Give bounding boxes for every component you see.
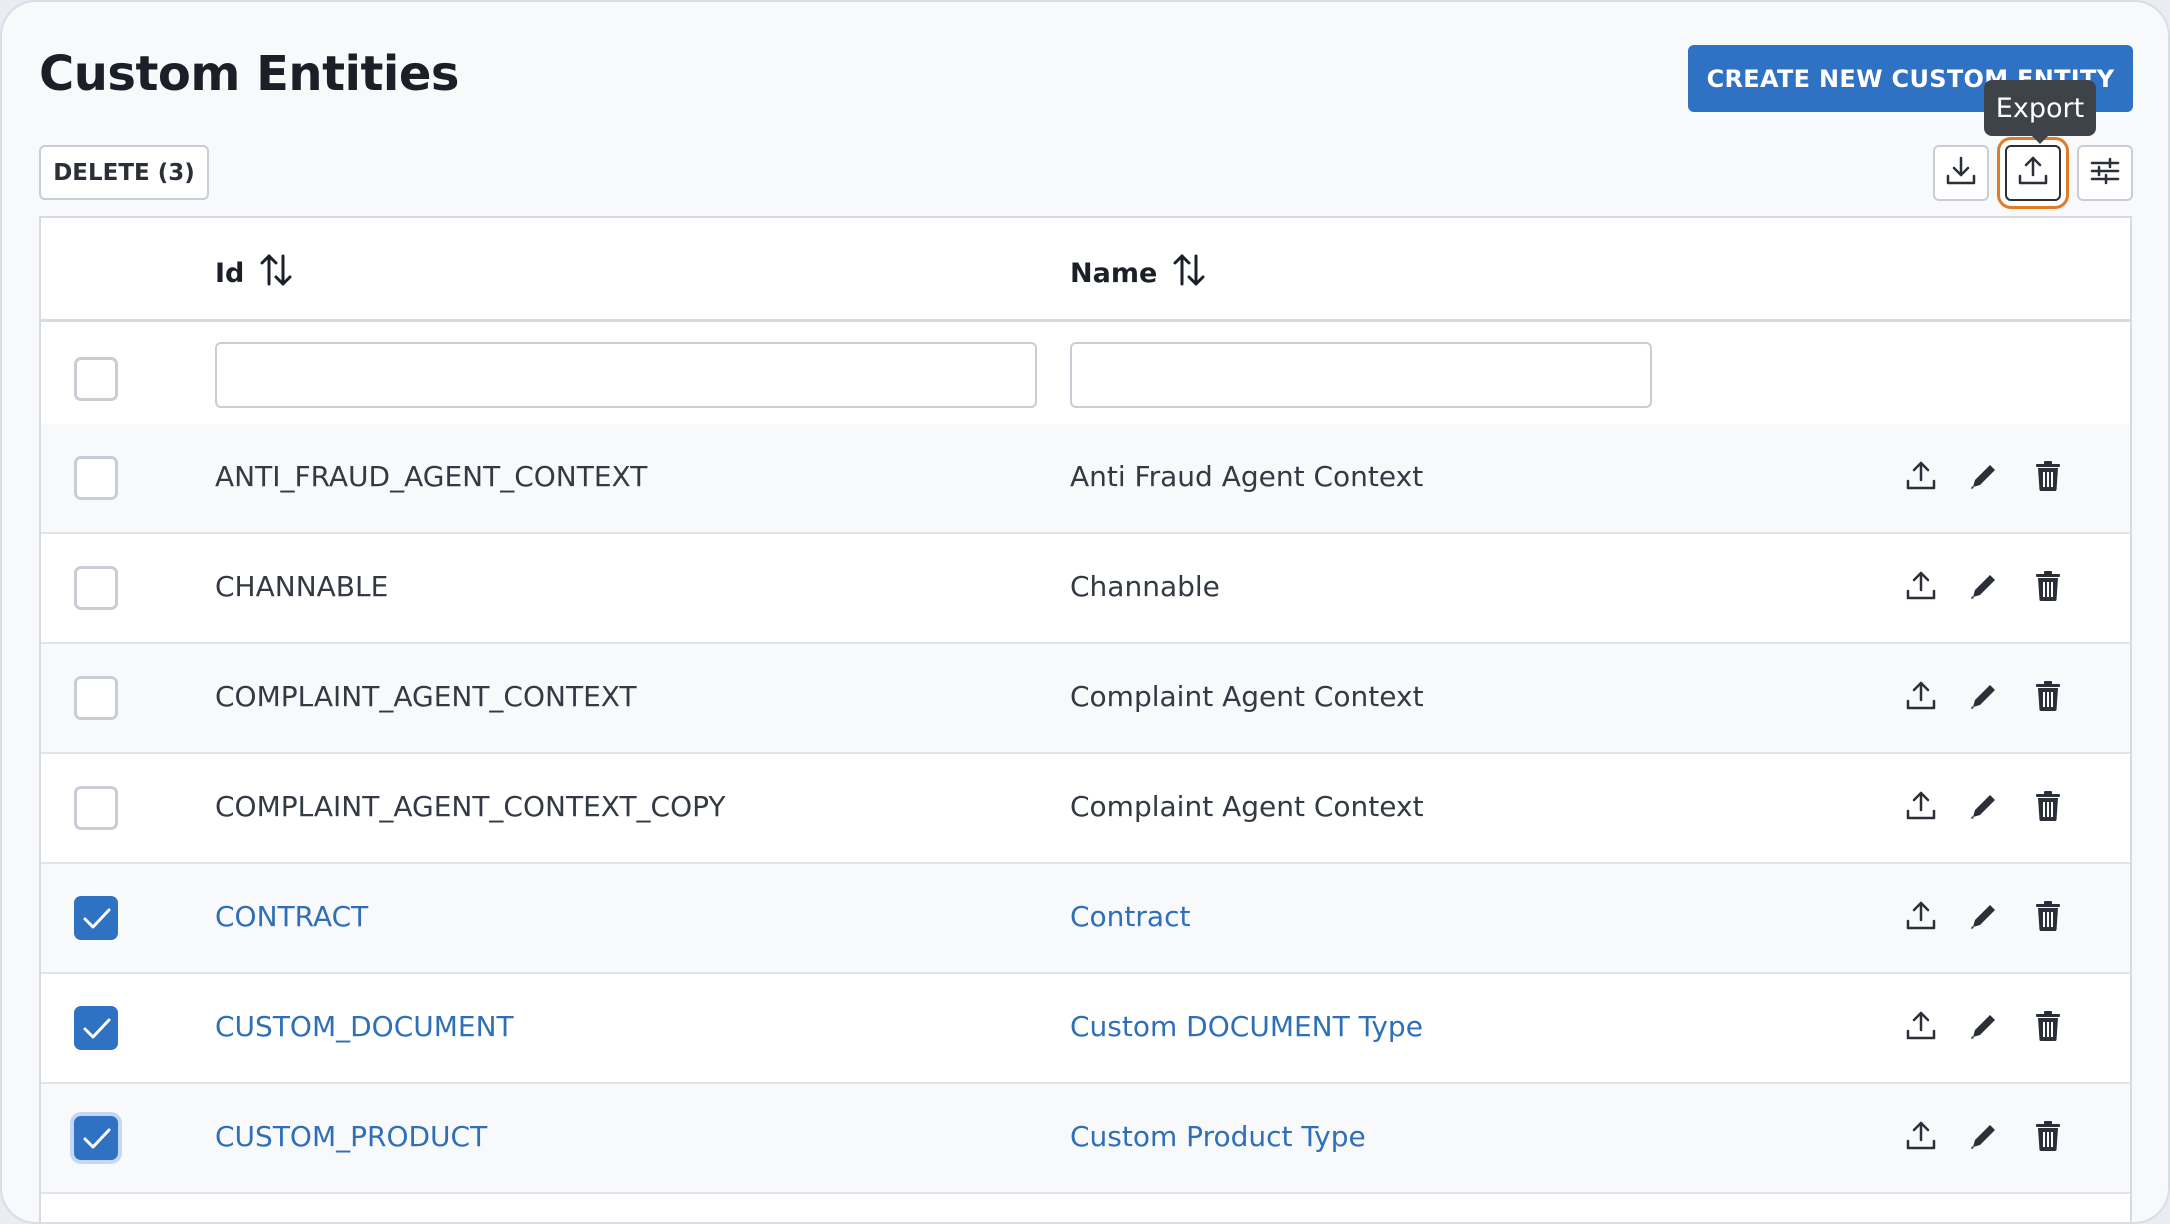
delete-row-button[interactable] (2028, 678, 2068, 718)
row-id[interactable]: CUSTOM_DOCUMENT (215, 1010, 514, 1043)
name-filter-input[interactable] (1070, 342, 1652, 408)
row-checkbox[interactable] (74, 456, 118, 500)
app-window: Custom Entities CREATE NEW CUSTOM ENTITY… (0, 0, 2170, 1224)
row-id: COMPLAINT_AGENT_CONTEXT_COPY (215, 790, 726, 823)
sort-icon (1157, 252, 1207, 295)
pencil-icon (1967, 569, 2001, 607)
export-row-button[interactable] (1901, 1118, 1941, 1158)
column-settings-button[interactable] (2077, 145, 2133, 201)
sort-icon (244, 252, 294, 295)
delete-row-button[interactable] (2028, 898, 2068, 938)
row-checkbox[interactable] (74, 1116, 118, 1160)
trash-icon (2033, 789, 2063, 827)
import-button[interactable] (1933, 145, 1989, 201)
export-row-button[interactable] (1901, 678, 1941, 718)
export-row-button[interactable] (1901, 788, 1941, 828)
page-title: Custom Entities (39, 46, 460, 102)
table-row[interactable]: CHANNABLE Channable (41, 534, 2130, 644)
delete-selected-button[interactable]: DELETE (3) (39, 145, 209, 200)
row-checkbox[interactable] (74, 676, 118, 720)
edit-row-button[interactable] (1964, 678, 2004, 718)
row-id: ANTI_FRAUD_AGENT_CONTEXT (215, 460, 648, 493)
upload-icon (1904, 1119, 1938, 1157)
trash-icon (2033, 459, 2063, 497)
upload-icon (1904, 1009, 1938, 1047)
row-name: Complaint Agent Context (1070, 680, 1424, 713)
trash-icon (2033, 569, 2063, 607)
trash-icon (2033, 679, 2063, 717)
upload-icon (1904, 459, 1938, 497)
edit-row-button[interactable] (1964, 788, 2004, 828)
row-checkbox[interactable] (74, 786, 118, 830)
export-row-button[interactable] (1901, 1008, 1941, 1048)
row-id[interactable]: CONTRACT (215, 900, 368, 933)
upload-icon (2016, 154, 2050, 192)
pencil-icon (1967, 789, 2001, 827)
export-button[interactable] (2005, 145, 2061, 201)
row-name[interactable]: Contract (1070, 900, 1190, 933)
id-filter-input[interactable] (215, 342, 1037, 408)
row-id: CHANNABLE (215, 570, 389, 603)
table-row[interactable]: CUSTOM_PRODUCT Custom Product Type (41, 1084, 2130, 1194)
edit-row-button[interactable] (1964, 1118, 2004, 1158)
table-row[interactable]: CUSTOM_DOCUMENT Custom DOCUMENT Type (41, 974, 2130, 1084)
upload-icon (1904, 789, 1938, 827)
table-row[interactable]: CONTRACT Contract (41, 864, 2130, 974)
export-row-button[interactable] (1901, 898, 1941, 938)
delete-row-button[interactable] (2028, 568, 2068, 608)
trash-icon (2033, 1009, 2063, 1047)
column-header-id[interactable]: Id (215, 252, 294, 295)
row-name[interactable]: Custom DOCUMENT Type (1070, 1010, 1423, 1043)
table-row[interactable]: COMPLAINT_AGENT_CONTEXT_COPY Complaint Ag… (41, 754, 2130, 864)
delete-row-button[interactable] (2028, 1118, 2068, 1158)
trash-icon (2033, 899, 2063, 937)
upload-icon (1904, 899, 1938, 937)
trash-icon (2033, 1119, 2063, 1157)
row-checkbox[interactable] (74, 566, 118, 610)
row-name: Channable (1070, 570, 1220, 603)
export-tooltip: Export (1984, 80, 2096, 144)
pencil-icon (1967, 679, 2001, 717)
sliders-icon (2088, 154, 2122, 192)
edit-row-button[interactable] (1964, 1008, 2004, 1048)
download-icon (1944, 154, 1978, 192)
entities-table: Id Name ANTI_FRAUD_AGENT_CONTEXT Anti Fr… (39, 216, 2132, 1222)
row-id: COMPLAINT_AGENT_CONTEXT (215, 680, 637, 713)
edit-row-button[interactable] (1964, 898, 2004, 938)
filter-row (41, 322, 2130, 438)
table-row[interactable]: ANTI_FRAUD_AGENT_CONTEXT Anti Fraud Agent… (41, 424, 2130, 534)
delete-row-button[interactable] (2028, 788, 2068, 828)
row-id[interactable]: CUSTOM_PRODUCT (215, 1120, 487, 1153)
column-header-name[interactable]: Name (1070, 252, 1207, 295)
export-row-button[interactable] (1901, 568, 1941, 608)
table-row[interactable]: COMPLAINT_AGENT_CONTEXT Complaint Agent C… (41, 644, 2130, 754)
pencil-icon (1967, 899, 2001, 937)
upload-icon (1904, 569, 1938, 607)
row-name: Complaint Agent Context (1070, 790, 1424, 823)
upload-icon (1904, 679, 1938, 717)
row-name[interactable]: Custom Product Type (1070, 1120, 1366, 1153)
row-checkbox[interactable] (74, 896, 118, 940)
row-checkbox[interactable] (74, 1006, 118, 1050)
pencil-icon (1967, 1119, 2001, 1157)
pencil-icon (1967, 1009, 2001, 1047)
select-all-checkbox[interactable] (74, 357, 118, 401)
edit-row-button[interactable] (1964, 458, 2004, 498)
export-row-button[interactable] (1901, 458, 1941, 498)
delete-row-button[interactable] (2028, 1008, 2068, 1048)
delete-row-button[interactable] (2028, 458, 2068, 498)
row-name: Anti Fraud Agent Context (1070, 460, 1424, 493)
table-header: Id Name (41, 218, 2130, 322)
edit-row-button[interactable] (1964, 568, 2004, 608)
pencil-icon (1967, 459, 2001, 497)
